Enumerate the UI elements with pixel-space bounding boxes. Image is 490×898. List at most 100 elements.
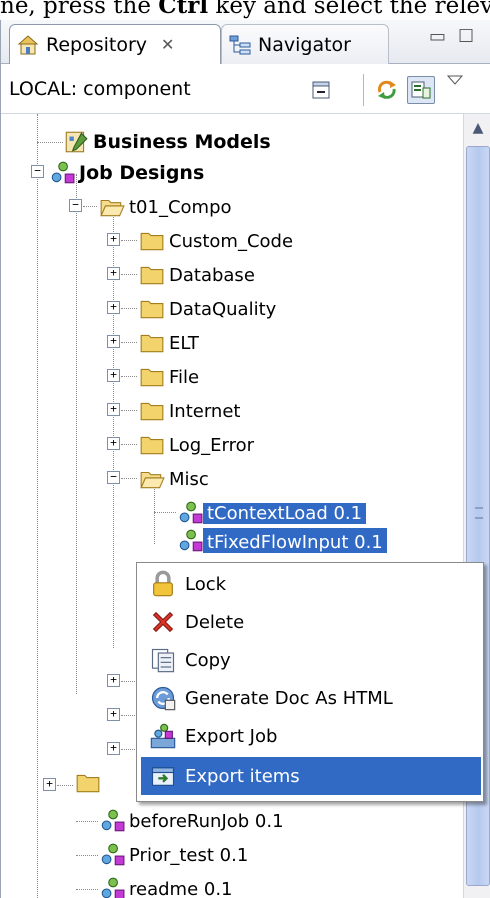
tree-item-label: readme 0.1 xyxy=(129,878,233,898)
expand-toggle[interactable]: + xyxy=(107,301,120,314)
tree-guide-line xyxy=(121,308,137,309)
menu-item-lock[interactable]: Lock xyxy=(141,565,481,603)
menu-item-label: Lock xyxy=(185,573,227,595)
tree-item-label: Prior_test 0.1 xyxy=(129,844,249,866)
toolbar-separator xyxy=(363,74,364,106)
job-icon xyxy=(179,529,203,552)
expand-toggle[interactable]: + xyxy=(107,674,120,687)
tree-item-label: File xyxy=(169,366,200,388)
link-editor-toggle[interactable] xyxy=(407,76,435,104)
expand-toggle[interactable]: + xyxy=(43,778,56,791)
folder-icon xyxy=(140,402,164,421)
tree-guide-line xyxy=(121,274,137,275)
chevron-down-icon xyxy=(446,75,464,85)
menu-item-copy[interactable]: Copy xyxy=(141,641,481,679)
folder-icon xyxy=(140,232,164,251)
tree-item-business-models[interactable]: Business Models xyxy=(63,125,275,159)
tree-guide-line xyxy=(121,342,137,343)
tree-folder-file[interactable]: File xyxy=(139,360,203,394)
tree-job-beforerunjob[interactable]: beforeRunJob 0.1 xyxy=(99,804,288,838)
expand-toggle[interactable]: + xyxy=(107,742,120,755)
folder-icon xyxy=(140,334,164,353)
navigator-icon xyxy=(229,35,251,54)
expand-toggle[interactable]: + xyxy=(107,708,120,721)
collapse-toggle[interactable]: − xyxy=(107,471,120,484)
menu-item-label: Generate Doc As HTML xyxy=(185,687,393,709)
tree-item-label: DataQuality xyxy=(169,298,277,320)
delete-icon xyxy=(152,611,174,633)
tree-job-readme[interactable]: readme 0.1 xyxy=(99,872,237,898)
tree-item-label: Business Models xyxy=(93,131,271,153)
scroll-up-icon[interactable]: ▲ xyxy=(466,116,490,140)
folder-icon xyxy=(140,436,164,455)
tree-guide-line xyxy=(121,478,137,479)
scrollbar-grip-icon xyxy=(475,507,483,519)
tree-folder-database[interactable]: Database xyxy=(139,258,259,292)
tree-folder-custom-code[interactable]: Custom_Code xyxy=(139,224,297,258)
refresh-button[interactable] xyxy=(373,76,401,104)
job-icon xyxy=(179,501,203,524)
tree-guide-line xyxy=(37,114,38,898)
collapse-all-icon xyxy=(312,81,330,99)
menu-item-delete[interactable]: Delete xyxy=(141,603,481,641)
tab-navigator[interactable]: Navigator xyxy=(221,24,389,64)
tree-guide-line xyxy=(121,681,137,682)
menu-item-generate-doc[interactable]: Generate Doc As HTML xyxy=(141,679,481,717)
collapse-toggle[interactable]: − xyxy=(69,199,82,212)
tree-folder-log-error[interactable]: Log_Error xyxy=(139,428,258,462)
export-items-icon xyxy=(151,767,175,786)
tree-job-prior-test[interactable]: Prior_test 0.1 xyxy=(99,838,252,872)
tree-guide-line xyxy=(76,855,98,856)
tree-job-tcontextload[interactable]: tContextLoad 0.1 xyxy=(177,496,367,530)
expand-toggle[interactable]: + xyxy=(107,335,120,348)
expand-toggle[interactable]: + xyxy=(107,369,120,382)
context-menu: Lock Delete Copy Generate Doc As HTML Ex… xyxy=(136,562,484,802)
tree-item-job-designs[interactable]: Job Designs xyxy=(49,156,208,190)
menu-item-label: Export items xyxy=(185,765,300,787)
tree-item-label: Database xyxy=(169,264,255,286)
tree-guide-line xyxy=(121,444,137,445)
business-model-icon xyxy=(65,131,88,153)
collapse-all-button[interactable] xyxy=(307,76,335,104)
tab-navigator-label: Navigator xyxy=(258,33,351,56)
view-tab-bar: Repository ✕ Navigator ▭☐ xyxy=(1,20,490,64)
maximize-icon[interactable]: ☐ xyxy=(458,26,486,47)
minimize-icon[interactable]: ▭ xyxy=(429,26,458,47)
tree-guide-line xyxy=(121,715,137,716)
tree-job-tfixedflowinput[interactable]: tFixedFlowInput 0.1 xyxy=(177,528,387,556)
tree-guide-line xyxy=(57,785,73,786)
collapse-toggle[interactable]: − xyxy=(31,165,44,178)
tree-guide-line xyxy=(37,142,63,143)
tree-item-label: tFixedFlowInput 0.1 xyxy=(203,528,387,553)
link-with-editor-icon xyxy=(411,81,431,99)
tab-repository[interactable]: Repository ✕ xyxy=(9,24,221,64)
job-designs-icon xyxy=(51,161,75,184)
menu-item-export-job[interactable]: Export Job xyxy=(141,717,481,755)
tree-folder-internet[interactable]: Internet xyxy=(139,394,244,428)
generate-doc-icon xyxy=(151,686,176,711)
expand-toggle[interactable]: + xyxy=(107,233,120,246)
view-menu-button[interactable] xyxy=(441,66,469,94)
window-controls: ▭☐ xyxy=(429,26,486,47)
expand-toggle[interactable]: + xyxy=(107,437,120,450)
tree-folder-misc[interactable]: Misc xyxy=(139,462,213,496)
tree-folder-elt[interactable]: ELT xyxy=(139,326,203,360)
tree-item-label: Custom_Code xyxy=(169,230,294,252)
expand-toggle[interactable]: + xyxy=(107,267,120,280)
tab-repository-label: Repository xyxy=(46,33,148,56)
menu-item-export-items[interactable]: Export items xyxy=(141,757,481,795)
menu-item-label: Delete xyxy=(185,611,245,633)
repository-toolbar: LOCAL: component xyxy=(1,64,490,114)
close-icon[interactable]: ✕ xyxy=(161,35,174,54)
job-icon xyxy=(101,809,125,832)
tree-guide-line xyxy=(121,240,137,241)
menu-item-label: Export Job xyxy=(185,725,278,747)
job-icon xyxy=(101,843,125,866)
tree-guide-line xyxy=(154,512,176,513)
tree-item-label: Internet xyxy=(169,400,241,422)
tree-folder-t01-compo[interactable]: t01_Compo xyxy=(99,190,236,224)
expand-toggle[interactable]: + xyxy=(107,403,120,416)
tree-folder-dataquality[interactable]: DataQuality xyxy=(139,292,280,326)
export-job-icon xyxy=(150,723,176,749)
folder-icon xyxy=(140,266,164,285)
